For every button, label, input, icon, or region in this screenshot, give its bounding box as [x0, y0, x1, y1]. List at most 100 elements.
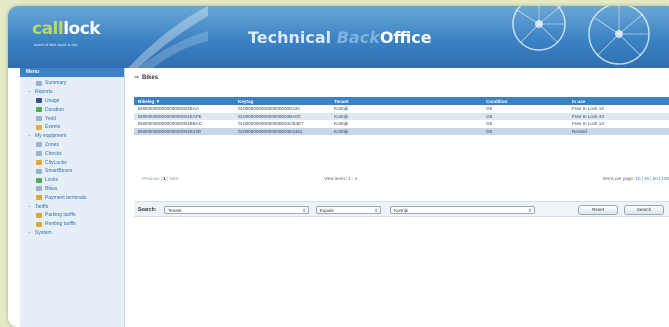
column-header-tenant[interactable]: Tenant [330, 97, 482, 105]
column-header-in-use[interactable]: In use [568, 97, 669, 105]
citylocks-icon [36, 160, 42, 166]
table-cell: 01000000000000000004CB4E7 [234, 120, 330, 128]
table-cell: OK [482, 112, 568, 120]
bike-wheels-graphic [512, 6, 650, 65]
reset-button[interactable]: Reset [578, 205, 618, 215]
sidebar-item-smartboxes[interactable]: SmartBoxes [24, 167, 120, 176]
search-button[interactable]: Search [624, 205, 664, 215]
sidebar-item-parking-tariffs[interactable]: Parking tariffs [24, 211, 120, 220]
smartboxes-icon [36, 168, 42, 174]
table-cell: Free In Lock 44 [568, 112, 669, 120]
collapse-toggle-icon[interactable]: − [28, 134, 32, 139]
sidebar-item-usage[interactable]: Usage [24, 97, 120, 106]
sidebar: Menu Summary − Reports Usage Duration Yield Ev… [20, 68, 125, 327]
sidebar-item-reports[interactable]: − Reports [24, 88, 120, 97]
sidebar-item-zones[interactable]: Zones [24, 141, 120, 150]
table-body: B0000000000000000003EAA 01000000000000000… [134, 105, 669, 135]
search-operator-select[interactable]: Equals ⇕ [316, 206, 381, 214]
sidebar-item-label: Reports [35, 89, 53, 96]
sidebar-item-bikes[interactable]: Bikes [24, 185, 120, 194]
sidebar-item-label: Events [45, 124, 61, 131]
sidebar-item-label: Bikes [45, 185, 58, 192]
bikes-table: Bikeleg ▼ Keytag Tenant Condition In use… [134, 97, 669, 135]
table-row[interactable]: B0000000000000000003E44D 0100000000000000… [134, 127, 669, 135]
sidebar-item-label: Yield [45, 115, 56, 122]
sidebar-item-summary[interactable]: Summary [24, 79, 120, 88]
sidebar-item-label: Locks [45, 177, 59, 184]
sidebar-item-tariffs[interactable]: − Tariffs [24, 202, 120, 211]
app-title: Technical BackOffice [248, 28, 432, 47]
page-title: ⇒ Bikes [134, 75, 159, 81]
sidebar-item-payment-terminals[interactable]: Payment terminals [24, 193, 120, 202]
next-link[interactable]: Next [169, 176, 178, 181]
sidebar-item-label: Tariffs [35, 203, 49, 210]
table-cell: B0000000000000000003EAFE [134, 112, 234, 120]
sidebar-item-events[interactable]: Events [24, 123, 120, 132]
dropdown-arrow-icon: ⇕ [528, 208, 532, 213]
payment-icon [36, 195, 42, 201]
table-cell: Kortrijk [330, 127, 482, 135]
table-cell: Kortrijk [330, 120, 482, 128]
sidebar-item-label: Payment terminals [45, 194, 87, 201]
sidebar-item-system[interactable]: − System [24, 229, 120, 238]
header-banner: calllock world of bike sport & city Tech… [8, 6, 669, 68]
table-row[interactable]: B0000000000000000003EAA 01000000000000000… [134, 105, 669, 113]
sidebar-item-label: Renting tariffs [45, 221, 76, 228]
table-header-row: Bikeleg ▼ Keytag Tenant Condition In use [134, 97, 669, 105]
table-cell: B0000000000000000003BBAC [134, 120, 234, 128]
table-row[interactable]: B0000000000000000003BBAC 0100000000000000… [134, 120, 669, 128]
search-value-select[interactable]: Kortrijk ⇕ [390, 206, 535, 214]
table-cell: Rented [568, 127, 669, 135]
zones-icon [36, 142, 42, 148]
sidebar-item-label: My equipment [35, 133, 67, 140]
sidebar-item-citylocks[interactable]: CityLocks [24, 158, 120, 167]
events-icon [36, 124, 42, 130]
view-items-text: View items: 1 - 4 [324, 176, 358, 181]
app-window: calllock world of bike sport & city Tech… [8, 6, 669, 327]
per-page-control: Items per page: 10 | 20 | 50 | 100 [603, 176, 669, 181]
checks-icon [36, 151, 42, 157]
search-field-select[interactable]: Tenant ⇕ [164, 206, 309, 214]
collapse-toggle-icon[interactable]: − [28, 90, 32, 95]
sidebar-item-label: Summary [45, 80, 67, 87]
collapse-toggle-icon[interactable]: − [28, 230, 32, 235]
sidebar-item-locks[interactable]: Locks [24, 176, 120, 185]
sidebar-item-label: SmartBoxes [45, 168, 73, 175]
duration-icon [36, 107, 42, 113]
table-cell: OK [482, 105, 568, 113]
sidebar-item-label: Parking tariffs [45, 212, 76, 219]
column-header-condition[interactable]: Condition [482, 97, 568, 105]
locks-icon [36, 177, 42, 183]
collapse-toggle-icon[interactable]: − [28, 204, 32, 209]
sidebar-item-duration[interactable]: Duration [24, 105, 120, 114]
per-page-label: Items per page: [602, 176, 635, 181]
main-content: ⇒ Bikes Bikeleg ▼ Keytag Tenant Condition… [128, 68, 669, 327]
table-cell: OK [482, 120, 568, 128]
table-cell: Free In Lock 16 [568, 105, 669, 113]
sidebar-item-checks[interactable]: Checks [24, 149, 120, 158]
table-cell: 01000000000000000000E220 [234, 105, 330, 113]
sidebar-item-my-equipment[interactable]: − My equipment [24, 132, 120, 141]
sidebar-item-label: Zones [45, 141, 59, 148]
prev-link[interactable]: Previous [142, 176, 160, 181]
table-cell: Kortrijk [330, 112, 482, 120]
table-cell: Kortrijk [330, 105, 482, 113]
logo-tagline: world of bike sport & city [34, 42, 78, 47]
sidebar-item-yield[interactable]: Yield [24, 114, 120, 123]
current-page: 1 [163, 176, 166, 181]
column-header-keytag[interactable]: Keytag [234, 97, 330, 105]
sidebar-heading: Menu [20, 68, 124, 77]
table-row[interactable]: B0000000000000000003EAFE 0100000000000000… [134, 112, 669, 120]
pager-nav: Previous | 1 | Next [142, 176, 179, 181]
per-page-options[interactable]: 10 | 20 | 50 | 100 [635, 176, 669, 181]
table-cell: Free In Lock 14 [568, 120, 669, 128]
swoosh-graphic [128, 6, 208, 68]
sidebar-item-renting-tariffs[interactable]: Renting tariffs [24, 220, 120, 229]
column-header-bikeleg[interactable]: Bikeleg ▼ [134, 97, 234, 105]
sidebar-item-label: Duration [45, 106, 64, 113]
bikes-icon [36, 186, 42, 192]
parking-icon [36, 212, 42, 218]
table-cell: B0000000000000000003E44D [134, 127, 234, 135]
summary-icon [36, 80, 42, 86]
table-cell: OK [482, 127, 568, 135]
